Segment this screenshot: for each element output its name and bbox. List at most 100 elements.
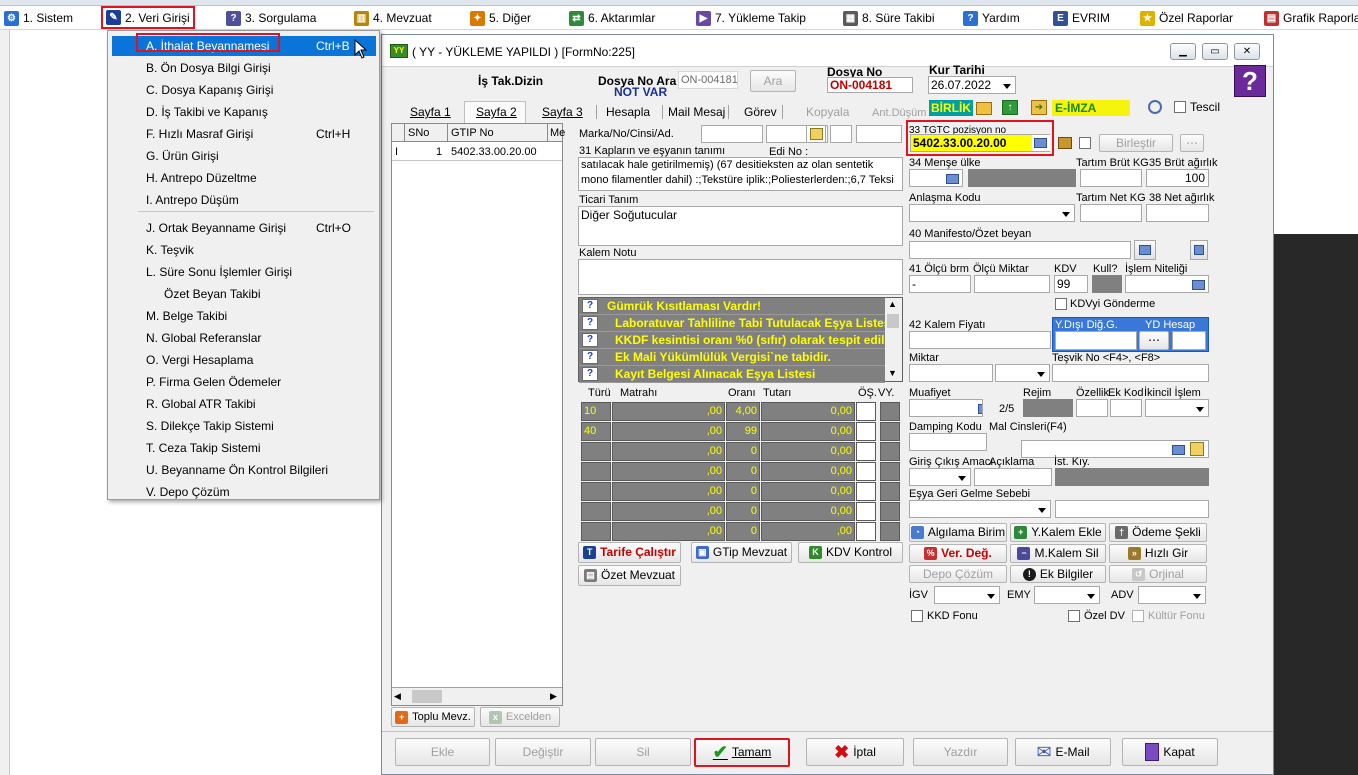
list-item[interactable]: ? Ek Mali Yükümlülük Vergisi`ne tabidir.	[579, 349, 885, 366]
horizontal-scrollbar[interactable]: ◀ ▶	[392, 687, 562, 705]
odeme-sekli-button[interactable]: † Ödeme Şekli	[1109, 523, 1207, 542]
tartim-brut-field[interactable]	[1080, 169, 1142, 187]
menu-diger[interactable]: ✦ 5. Diğer	[470, 9, 531, 27]
kalem-notu-field[interactable]	[578, 259, 903, 295]
menu-veri-girisi[interactable]: ✎ 2. Veri Girişi	[101, 6, 195, 29]
tax-cell-tutar[interactable]: 0,00	[761, 402, 855, 421]
orjinal-button[interactable]: ↺ Orjinal	[1109, 565, 1207, 583]
dropdown-item[interactable]: M. Belge Takibi	[112, 306, 376, 326]
m-kalem-sil-button[interactable]: − M.Kalem Sil	[1010, 544, 1106, 563]
tgtc-lookup-button[interactable]	[1032, 135, 1050, 151]
islem-niteligi-field[interactable]	[1125, 275, 1209, 293]
tax-cell-turu[interactable]	[581, 442, 611, 461]
table-row[interactable]: I 1 5402.33.00.20.00	[392, 143, 562, 161]
scroll-up-icon[interactable]: ▲	[888, 299, 897, 309]
tax-cell-flag[interactable]	[880, 522, 900, 541]
tax-cell-turu[interactable]	[581, 462, 611, 481]
scroll-left-icon[interactable]: ◀	[394, 691, 401, 702]
tax-cell-flag[interactable]	[856, 422, 876, 441]
tax-cell-tutar[interactable]: ,00	[761, 522, 855, 541]
tax-cell-flag[interactable]	[880, 482, 900, 501]
close-button[interactable]: ✕	[1234, 43, 1260, 60]
olcu-miktar-field[interactable]	[974, 275, 1050, 293]
list-item[interactable]: ? Laboratuvar Tahliline Tabi Tutulacak Eş…	[579, 315, 885, 332]
tax-cell-flag[interactable]	[856, 502, 876, 521]
y-kalem-ekle-button[interactable]: + Y.Kalem Ekle	[1010, 523, 1106, 542]
kdv-field[interactable]: 99	[1054, 275, 1088, 293]
box-icon[interactable]	[1058, 137, 1072, 149]
minimize-button[interactable]: ▁	[1170, 43, 1196, 60]
tartim-net-field[interactable]	[1080, 204, 1142, 222]
menu-yardim[interactable]: ? Yardım	[963, 9, 1020, 27]
table-row[interactable]: 40,00 99 0,00	[581, 422, 903, 442]
menu-evrim[interactable]: E EVRIM	[1053, 9, 1110, 27]
esya-tanimi-field[interactable]: satılacak hale getirilmemiş) (67 desitie…	[578, 157, 903, 191]
tax-cell-turu[interactable]: 10	[581, 402, 611, 421]
birlestir-checkbox[interactable]	[1079, 137, 1091, 149]
folder-arrow-icon[interactable]: ➜	[1031, 100, 1047, 115]
dropdown-item[interactable]: C. Dosya Kapanış Girişi	[112, 80, 376, 100]
ek-kod-field[interactable]	[1110, 399, 1142, 417]
dropdown-item[interactable]: D. İş Takibi ve Kapanış	[112, 102, 376, 122]
esya-geri-select[interactable]	[909, 500, 1051, 518]
marka-field-1[interactable]	[701, 125, 763, 143]
emy-select[interactable]	[1034, 586, 1100, 604]
tax-cell-turu[interactable]: 40	[581, 422, 611, 441]
giris-cikis-select[interactable]	[909, 468, 971, 486]
tax-cell-flag[interactable]	[856, 402, 876, 421]
tax-cell-matrah[interactable]: ,00	[612, 482, 725, 501]
dropdown-item[interactable]: I. Antrepo Düşüm	[112, 190, 376, 210]
muafiyet-field[interactable]	[909, 399, 983, 417]
ticari-tanim-field[interactable]: Diğer Soğutucular	[578, 206, 903, 246]
tax-cell-tutar[interactable]: 0,00	[761, 442, 855, 461]
dropdown-item[interactable]: Özet Beyan Takibi	[112, 284, 376, 304]
dropdown-item[interactable]: O. Vergi Hesaplama	[112, 350, 376, 370]
help-question-icon[interactable]: ?	[1234, 65, 1266, 97]
dropdown-item[interactable]: N. Global Referanslar	[112, 328, 376, 348]
dropdown-item[interactable]: G. Ürün Girişi	[112, 146, 376, 166]
algilama-birim-button[interactable]: ◔ Algılama Birim	[909, 523, 1007, 542]
tax-cell-flag[interactable]	[880, 422, 900, 441]
kur-tarihi-field[interactable]: 26.07.2022	[928, 76, 1016, 94]
toplu-mevz-button[interactable]: + Toplu Mevz.	[391, 707, 475, 727]
tax-cell-matrah[interactable]: ,00	[612, 402, 725, 421]
scroll-right-icon[interactable]: ▶	[550, 691, 557, 702]
table-row[interactable]: 10,00 4,00 0,00	[581, 402, 903, 422]
dropdown-item[interactable]: F. Hızlı Masraf Girişi Ctrl+H	[112, 124, 376, 144]
ekle-button[interactable]: Ekle	[395, 738, 490, 766]
tax-cell-oran[interactable]: 0	[726, 502, 760, 521]
marka-field-3[interactable]	[830, 125, 852, 143]
aciklama-field[interactable]	[974, 468, 1052, 486]
tax-cell-oran[interactable]: 4,00	[726, 402, 760, 421]
tamam-button[interactable]: ✔ Tamam	[694, 738, 790, 767]
tax-cell-matrah[interactable]: ,00	[612, 442, 725, 461]
gtip-mevzuat-button[interactable]: ▣ GTip Mevzuat	[691, 542, 792, 563]
brut-agirlik-field[interactable]: 100	[1146, 169, 1209, 187]
ozet-mevzuat-button[interactable]: ▤ Özet Mevzuat	[578, 565, 681, 586]
edit-note-button[interactable]	[806, 125, 826, 143]
tab-sayfa-2[interactable]: Sayfa 2	[476, 103, 517, 121]
tesvik-field[interactable]	[1052, 364, 1209, 382]
tax-cell-flag[interactable]	[856, 522, 876, 541]
tab-kopyala[interactable]: Kopyala	[806, 103, 849, 121]
warning-scrollbar[interactable]: ▲ ▼	[885, 298, 902, 381]
menu-sistem[interactable]: ⚙ 1. Sistem	[4, 9, 73, 27]
tax-cell-matrah[interactable]: ,00	[612, 462, 725, 481]
dropdown-item[interactable]: S. Dilekçe Takip Sistemi	[112, 416, 376, 436]
tax-cell-tutar[interactable]: 0,00	[761, 462, 855, 481]
dosya-no-ara-field[interactable]: ON-004181	[678, 71, 738, 89]
anlasma-select[interactable]	[909, 204, 1075, 222]
ozellik-field[interactable]	[1076, 399, 1108, 417]
mense-field[interactable]	[909, 169, 963, 187]
search-icon[interactable]	[1148, 100, 1162, 114]
tax-cell-turu[interactable]	[581, 502, 611, 521]
birlik-badge[interactable]: BİRLİK	[929, 100, 973, 116]
yd-hesap-field[interactable]	[1172, 331, 1206, 350]
tab-mail-mesaj[interactable]: Mail Mesaj	[668, 103, 725, 121]
tax-cell-matrah[interactable]: ,00	[612, 422, 725, 441]
folder-icon[interactable]	[976, 102, 992, 115]
ydisi-ellipsis-button[interactable]: ⋯	[1139, 331, 1169, 350]
tax-cell-flag[interactable]	[880, 502, 900, 521]
dropdown-item[interactable]: H. Antrepo Düzeltme	[112, 168, 376, 188]
tax-cell-flag[interactable]	[856, 462, 876, 481]
